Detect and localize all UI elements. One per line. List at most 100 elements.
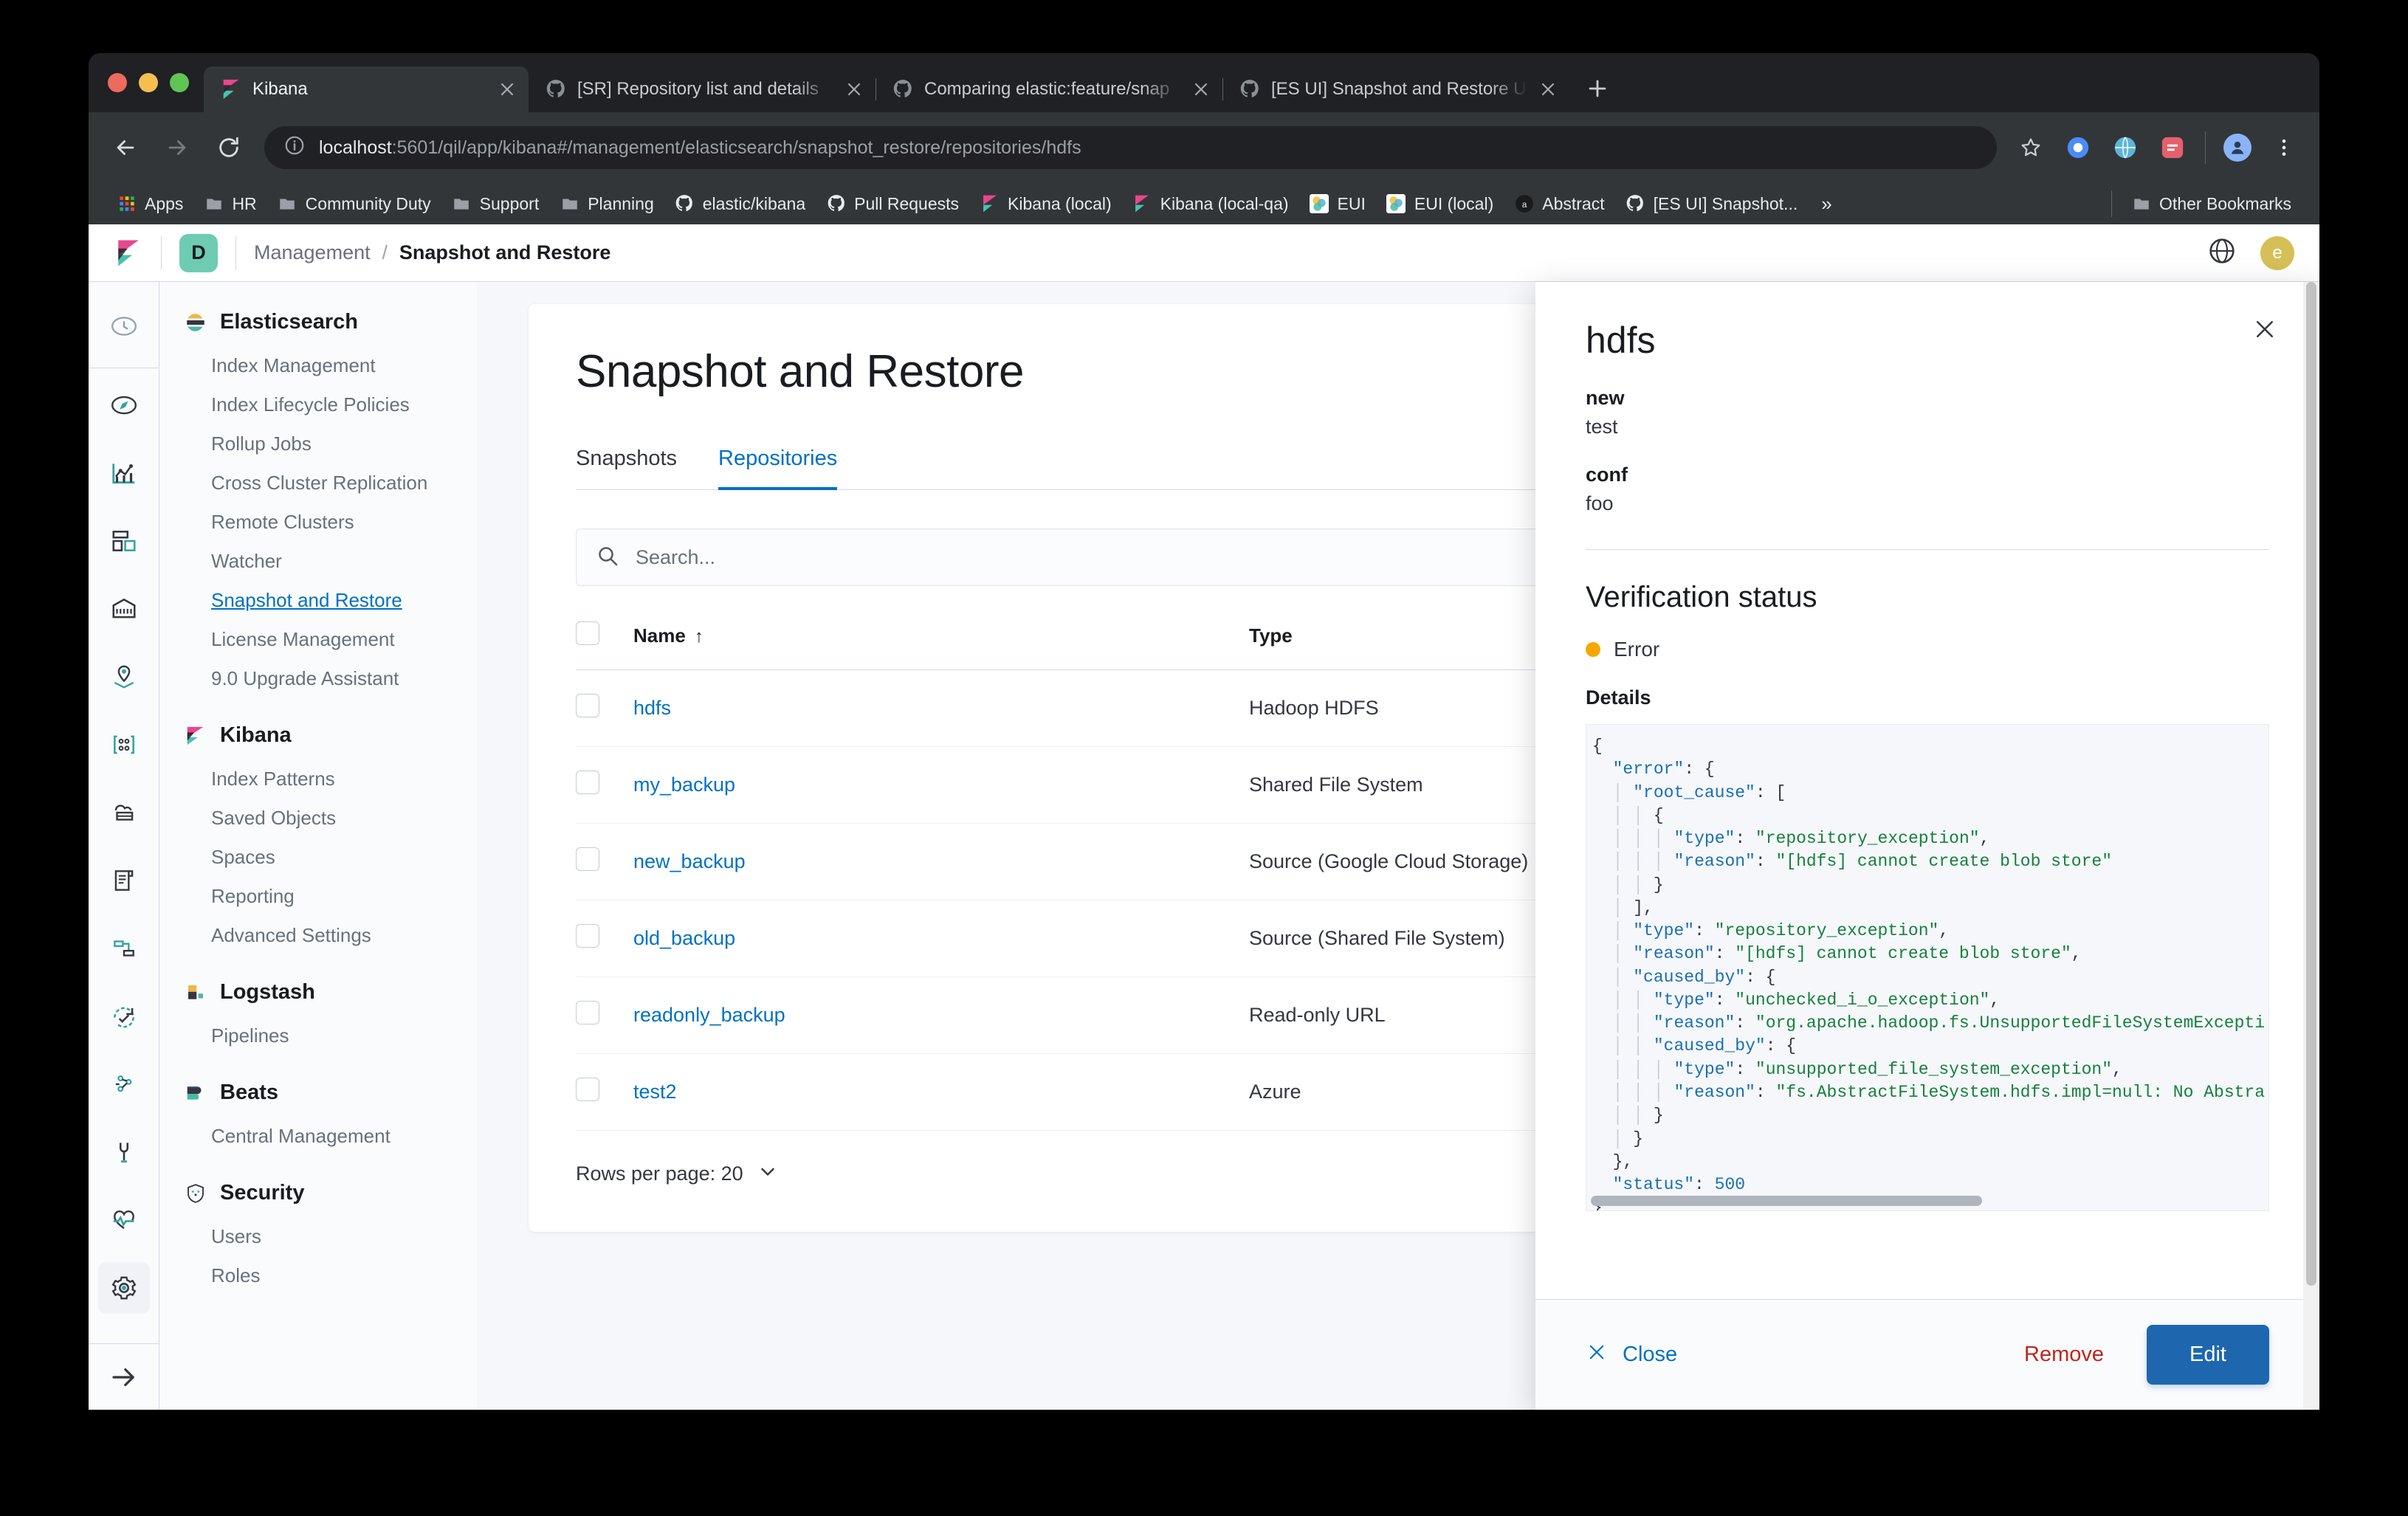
visualize-icon[interactable] — [98, 447, 150, 499]
logs-icon[interactable] — [98, 855, 150, 906]
sidebar-item-reporting[interactable]: Reporting — [185, 877, 477, 916]
address-bar[interactable]: localhost:5601/qil/app/kibana#/managemen… — [264, 126, 1997, 169]
sidebar-item-watcher[interactable]: Watcher — [185, 542, 477, 581]
row-checkbox[interactable] — [576, 1078, 599, 1101]
repository-link[interactable]: test2 — [633, 1081, 677, 1103]
minimize-window-button[interactable] — [139, 73, 158, 92]
close-tab-icon[interactable] — [498, 80, 517, 99]
extension-blue-icon[interactable] — [2063, 133, 2093, 162]
machine-learning-icon[interactable] — [98, 719, 150, 771]
reload-button[interactable] — [213, 131, 245, 164]
sidebar-item-saved-objects[interactable]: Saved Objects — [185, 799, 477, 838]
repository-link[interactable]: readonly_backup — [633, 1004, 785, 1026]
close-icon[interactable] — [2252, 316, 2278, 342]
browser-tab-sr-repository-list[interactable]: [SR] Repository list and details — [529, 66, 876, 112]
sidebar-item-upgrade-assistant[interactable]: 9.0 Upgrade Assistant — [185, 659, 477, 698]
sidebar-item-remote-clusters[interactable]: Remote Clusters — [185, 503, 477, 542]
space-avatar[interactable]: D — [179, 233, 218, 272]
sidebar-item-index-lifecycle-policies[interactable]: Index Lifecycle Policies — [185, 385, 477, 424]
uptime-icon[interactable] — [98, 990, 150, 1042]
apm-icon[interactable] — [98, 923, 150, 974]
row-checkbox[interactable] — [576, 694, 599, 717]
user-avatar[interactable]: e — [2260, 235, 2294, 270]
discover-icon[interactable] — [98, 379, 150, 431]
bookmarks-overflow-button[interactable]: » — [1808, 188, 1845, 220]
recently-viewed-icon[interactable] — [98, 300, 150, 352]
bookmark-hr[interactable]: HR — [193, 190, 266, 218]
site-info-icon[interactable] — [283, 134, 306, 162]
canvas-icon[interactable] — [98, 583, 150, 635]
infrastructure-icon[interactable] — [98, 787, 150, 838]
tab-repositories[interactable]: Repositories — [718, 447, 838, 490]
bookmark-kibana-local[interactable]: Kibana (local) — [969, 190, 1122, 218]
sidebar-item-users[interactable]: Users — [185, 1217, 477, 1256]
management-gear-icon[interactable] — [97, 1262, 150, 1314]
sidebar-item-rollup-jobs[interactable]: Rollup Jobs — [185, 424, 477, 464]
bookmark-eui-local[interactable]: EUI (local) — [1376, 190, 1504, 218]
bookmark-eui[interactable]: EUI — [1299, 190, 1376, 218]
close-button[interactable]: Close — [1586, 1341, 1677, 1369]
repository-link[interactable]: hdfs — [633, 697, 671, 719]
close-tab-icon[interactable] — [844, 80, 864, 99]
sidebar-item-license-management[interactable]: License Management — [185, 620, 477, 659]
sidebar-item-pipelines[interactable]: Pipelines — [185, 1016, 477, 1055]
error-details-codeblock[interactable]: { "error": { │ "root_cause": [ │ │ { │ │… — [1586, 724, 2269, 1211]
bookmark-planning[interactable]: Planning — [549, 190, 664, 218]
browser-tab-comparing-elastic[interactable]: Comparing elastic:feature/snap — [876, 66, 1222, 112]
close-tab-icon[interactable] — [1538, 80, 1558, 99]
help-icon[interactable] — [2207, 236, 2237, 269]
back-button[interactable] — [109, 131, 142, 164]
close-window-button[interactable] — [108, 73, 127, 92]
browser-tab-kibana[interactable]: Kibana — [204, 66, 529, 112]
sidebar-item-advanced-settings[interactable]: Advanced Settings — [185, 916, 477, 955]
bookmark-abstract[interactable]: a Abstract — [1504, 190, 1614, 218]
bookmark-es-ui-snapshot[interactable]: [ES UI] Snapshot... — [1615, 190, 1809, 218]
sidebar-item-index-patterns[interactable]: Index Patterns — [185, 759, 477, 799]
sidebar-item-cross-cluster-replication[interactable]: Cross Cluster Replication — [185, 464, 477, 503]
tab-snapshots[interactable]: Snapshots — [576, 447, 677, 490]
bookmark-kibana-local-qa[interactable]: Kibana (local-qa) — [1122, 190, 1299, 218]
extension-globe-icon[interactable] — [2111, 133, 2140, 162]
select-all-checkbox[interactable] — [576, 621, 599, 645]
dashboard-icon[interactable] — [98, 515, 150, 567]
bookmark-apps[interactable]: Apps — [106, 190, 193, 218]
edit-button[interactable]: Edit — [2147, 1325, 2269, 1385]
remove-button[interactable]: Remove — [2024, 1343, 2104, 1367]
sidebar-item-snapshot-and-restore[interactable]: Snapshot and Restore — [185, 581, 477, 620]
bookmark-support[interactable]: Support — [441, 190, 550, 218]
maximize-window-button[interactable] — [170, 73, 189, 92]
browser-tab-es-ui-snapshot[interactable]: [ES UI] Snapshot and Restore U — [1222, 66, 1569, 112]
maps-icon[interactable] — [98, 651, 150, 703]
collapse-nav-button[interactable] — [89, 1343, 159, 1410]
row-checkbox[interactable] — [576, 847, 599, 871]
dev-tools-icon[interactable] — [98, 1126, 150, 1178]
row-checkbox[interactable] — [576, 924, 599, 948]
forward-button[interactable] — [161, 131, 193, 164]
repository-link[interactable]: new_backup — [633, 850, 746, 872]
bookmark-elastic-kibana[interactable]: elastic/kibana — [664, 190, 816, 218]
monitoring-icon[interactable] — [98, 1194, 150, 1246]
sidebar-item-spaces[interactable]: Spaces — [185, 838, 477, 877]
repository-link[interactable]: old_backup — [633, 927, 735, 949]
siem-icon[interactable] — [98, 1058, 150, 1110]
sidebar-item-central-management[interactable]: Central Management — [185, 1117, 477, 1156]
profile-avatar[interactable] — [2223, 134, 2252, 162]
column-header-name[interactable]: Name ↑ — [633, 621, 1249, 670]
close-tab-icon[interactable] — [1191, 80, 1211, 99]
breadcrumb-management[interactable]: Management — [254, 241, 371, 264]
bookmark-community-duty[interactable]: Community Duty — [267, 190, 441, 218]
kibana-logo-icon[interactable] — [114, 238, 143, 268]
sidebar-item-roles[interactable]: Roles — [185, 1256, 477, 1295]
bookmark-pull-requests[interactable]: Pull Requests — [816, 190, 969, 218]
repository-link[interactable]: my_backup — [633, 773, 735, 796]
browser-menu-icon[interactable] — [2269, 133, 2299, 162]
row-checkbox[interactable] — [576, 771, 599, 794]
new-tab-button[interactable] — [1577, 68, 1618, 109]
bookmark-star-icon[interactable] — [2016, 133, 2046, 162]
page-scrollbar[interactable] — [2303, 282, 2319, 1410]
sidebar-item-index-management[interactable]: Index Management — [185, 346, 477, 385]
horizontal-scrollbar[interactable] — [1591, 1196, 1982, 1206]
row-checkbox[interactable] — [576, 1001, 599, 1024]
bookmark-other-bookmarks[interactable]: Other Bookmarks — [2121, 190, 2302, 218]
extension-red-icon[interactable] — [2158, 133, 2187, 162]
